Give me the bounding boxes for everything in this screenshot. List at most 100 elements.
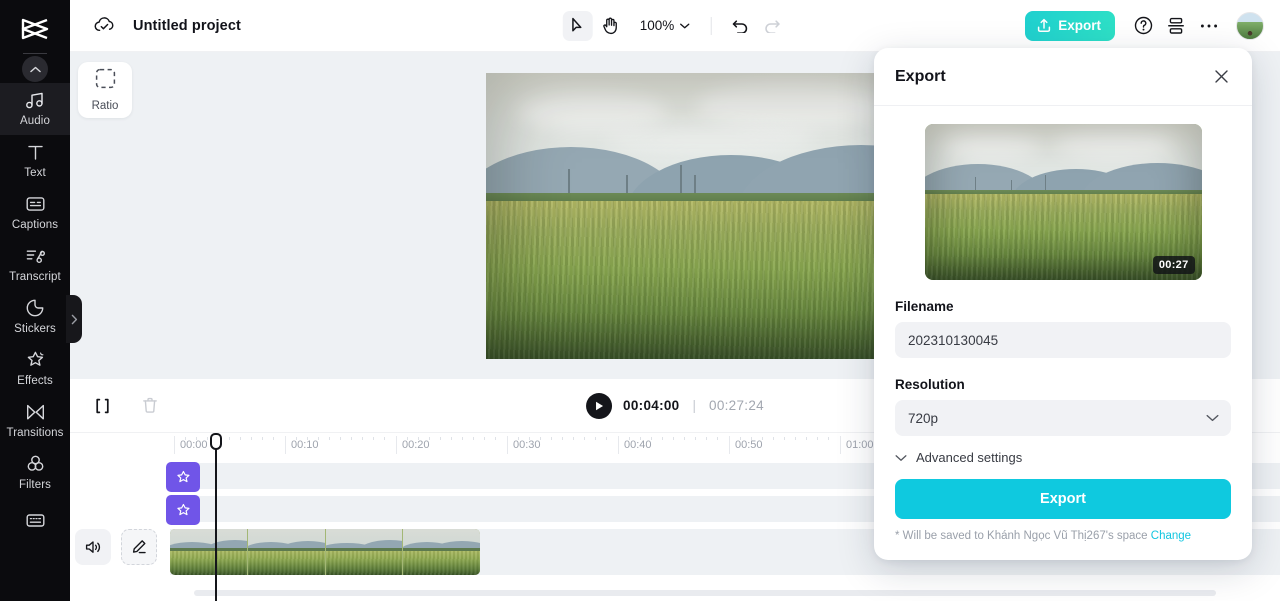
undo-button[interactable]	[725, 11, 755, 41]
current-time: 00:04:00	[623, 398, 680, 413]
sidebar-item-label: Transcript	[9, 271, 61, 283]
total-duration: 00:27:24	[709, 398, 764, 413]
chevron-down-icon	[1206, 414, 1219, 422]
more-options-button[interactable]	[1194, 11, 1224, 41]
video-preview-canvas[interactable]	[486, 72, 934, 359]
export-dialog-title: Export	[895, 67, 946, 85]
hand-tool-button[interactable]	[595, 11, 625, 41]
delete-button[interactable]	[135, 391, 165, 421]
ratio-button-label: Ratio	[91, 100, 119, 112]
ellipsis-icon	[1200, 24, 1218, 27]
play-triangle-icon	[595, 401, 603, 410]
export-save-note: * Will be saved to Khánh Ngọc Vũ Thị267'…	[895, 530, 1231, 542]
ruler-label: 00:30	[513, 439, 541, 451]
filename-input[interactable]	[895, 322, 1231, 358]
sidebar-item-transcript[interactable]: Transcript	[0, 239, 70, 291]
cloud-saved-icon[interactable]	[94, 17, 115, 34]
resolution-label: Resolution	[895, 377, 965, 392]
layers-button[interactable]	[1161, 11, 1191, 41]
upload-icon	[1038, 18, 1051, 32]
export-confirm-button[interactable]: Export	[895, 479, 1231, 519]
sidebar-item-transitions[interactable]: Transitions	[0, 395, 70, 447]
capcut-logo-icon[interactable]	[13, 12, 57, 46]
sidebar-item-filters[interactable]: Filters	[0, 447, 70, 499]
ruler-label: 00:00	[180, 439, 208, 451]
clip-thumbnail	[324, 529, 403, 575]
export-top-button[interactable]: Export	[1025, 10, 1115, 41]
speaker-volume-icon	[85, 540, 100, 553]
play-button[interactable]	[586, 392, 613, 419]
track-edit-button[interactable]	[121, 529, 157, 565]
redo-button[interactable]	[757, 11, 787, 41]
sidebar-item-label: Stickers	[14, 323, 56, 335]
top-toolbar: Untitled project 100% Export	[70, 0, 1280, 52]
sidebar-item-label: Transitions	[6, 427, 64, 439]
sidebar-item-label: Text	[24, 167, 46, 179]
export-top-button-label: Export	[1058, 18, 1101, 33]
keyboard-icon	[26, 510, 45, 530]
toolbar-right-group: Export	[1025, 10, 1264, 41]
advanced-settings-toggle[interactable]: Advanced settings	[895, 450, 1231, 465]
toolbar-divider	[710, 16, 712, 35]
sidebar-item-label: Effects	[17, 375, 53, 387]
sidebar-scroll-up-button[interactable]	[22, 56, 48, 82]
playback-controls: 00:04:00 | 00:27:24	[586, 392, 764, 419]
sidebar-item-keyboard-shortcuts[interactable]	[0, 503, 70, 536]
resolution-dropdown[interactable]: 720p	[895, 400, 1231, 436]
rail-divider	[23, 53, 47, 54]
clip-thumbnail	[170, 529, 247, 575]
clip-thumbnail	[246, 529, 325, 575]
time-separator: |	[692, 398, 697, 413]
sidebar-item-label: Captions	[11, 219, 59, 231]
export-save-note-text: * Will be saved to Khánh Ngọc Vũ Thị267'…	[895, 530, 1148, 542]
zoom-level-dropdown[interactable]: 100%	[631, 14, 697, 37]
pencil-edit-icon	[132, 540, 146, 554]
sidebar-item-stickers[interactable]: Stickers	[0, 291, 70, 343]
sidebar-item-captions[interactable]: Captions	[0, 187, 70, 239]
close-button[interactable]	[1208, 64, 1234, 90]
export-dialog-header: Export	[874, 48, 1252, 106]
question-circle-icon	[1134, 16, 1152, 35]
transitions-icon	[26, 402, 45, 422]
sparkle-star-icon	[176, 503, 190, 515]
sidebar-item-audio[interactable]: Audio	[0, 83, 70, 135]
effect-chip-2[interactable]	[166, 495, 200, 525]
text-t-icon	[27, 142, 44, 162]
sidebar-item-effects[interactable]: Effects	[0, 343, 70, 395]
stack-layers-icon	[1168, 17, 1184, 34]
advanced-settings-label: Advanced settings	[916, 450, 1023, 465]
left-sidebar: Audio Text Captions Transcript Stickers …	[0, 0, 70, 601]
resolution-value: 720p	[908, 410, 939, 426]
clip-thumbnail	[402, 529, 480, 575]
timeline-horizontal-scrollbar[interactable]	[194, 590, 1216, 596]
zoom-level-value: 100%	[639, 18, 675, 33]
thumbnail-duration-badge: 00:27	[1152, 256, 1195, 274]
sticker-icon	[26, 298, 44, 318]
preview-scene	[486, 72, 934, 359]
help-button[interactable]	[1128, 11, 1158, 41]
sparkle-star-icon	[26, 350, 45, 370]
chevron-down-icon	[679, 23, 689, 28]
split-clip-button[interactable]	[87, 391, 117, 421]
effect-chip-1[interactable]	[166, 462, 200, 492]
project-title[interactable]: Untitled project	[133, 18, 241, 34]
dashed-square-icon	[95, 68, 116, 94]
playhead[interactable]	[210, 433, 222, 601]
sidebar-item-label: Filters	[18, 479, 51, 491]
toolbar-center-group: 100%	[562, 10, 788, 41]
split-clip-icon	[95, 398, 109, 413]
export-dialog-body: 00:27 Filename Resolution 720p Advanced …	[874, 106, 1252, 560]
select-tool-button[interactable]	[562, 10, 593, 41]
export-dialog: Export 00:27 Filename 202310130045 Resol…	[874, 48, 1252, 560]
transcript-icon	[26, 246, 45, 266]
sidebar-collapse-handle[interactable]	[66, 295, 82, 343]
sidebar-item-text[interactable]: Text	[0, 135, 70, 187]
sidebar-items: Audio Text Captions Transcript Stickers …	[0, 83, 70, 536]
playhead-knob[interactable]	[210, 433, 222, 450]
ruler-label: 00:40	[624, 439, 652, 451]
change-space-link[interactable]: Change	[1151, 530, 1191, 542]
track-volume-button[interactable]	[75, 529, 111, 565]
ratio-button[interactable]: Ratio	[78, 62, 132, 118]
close-x-icon	[1214, 70, 1228, 83]
avatar[interactable]	[1236, 11, 1264, 40]
